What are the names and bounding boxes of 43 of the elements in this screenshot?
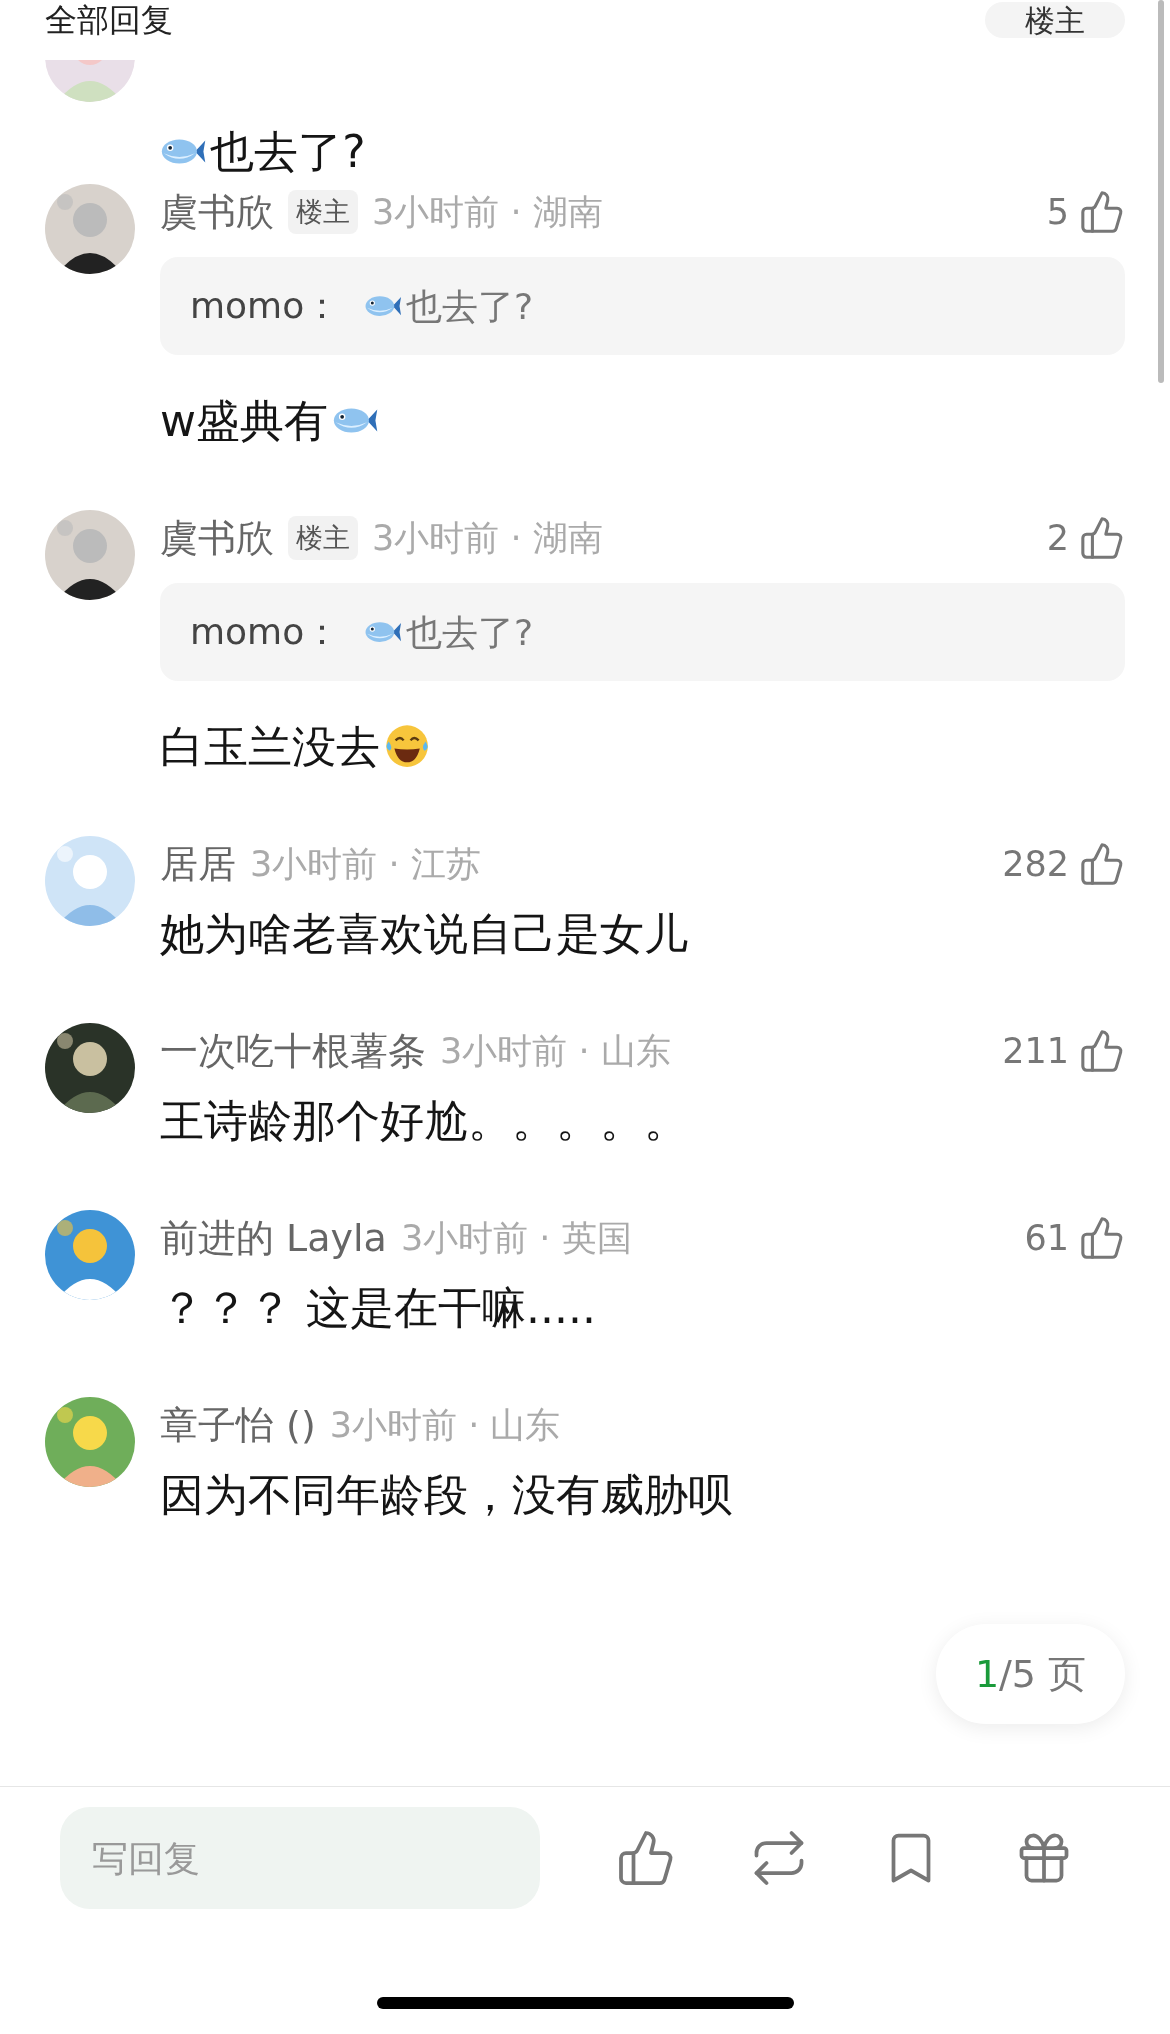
comment-text: 也去了? (210, 125, 366, 179)
quote-author: momo： (190, 610, 341, 654)
comment-meta: 3小时前 · 江苏 (250, 842, 481, 886)
comment-text: 白玉兰没去 (160, 720, 380, 774)
comment-text: 她为啥老喜欢说自己是女儿 (160, 907, 688, 961)
quote-text: 也去了? (406, 284, 534, 329)
filter-button[interactable]: 楼主 (985, 2, 1125, 38)
comment-meta: 3小时前 · 英国 (400, 1216, 632, 1260)
quote-author: momo： (190, 284, 341, 328)
thumbs-up-icon[interactable] (1079, 189, 1125, 235)
comment-text: 因为不同年龄段，没有威胁呗 (160, 1468, 732, 1522)
author-name[interactable]: 虞书欣 (160, 183, 274, 241)
author-badge: 楼主 (288, 515, 358, 561)
page-total: /5 页 (999, 1650, 1087, 1698)
scrollbar[interactable] (1158, 0, 1164, 383)
comment-meta: 3小时前 · 山东 (329, 1403, 561, 1447)
section-title: 全部回复 (45, 0, 173, 41)
comment-meta: 3小时前 · 山东 (440, 1029, 671, 1073)
author-name[interactable]: 前进的 Layla (160, 1209, 387, 1267)
thumbs-up-icon[interactable] (1079, 1215, 1125, 1261)
like-count: 2 (1046, 516, 1069, 560)
author-name[interactable]: 居居 (160, 835, 236, 893)
comment-text: 王诗龄那个好尬。。。。。 (160, 1094, 688, 1148)
page-indicator[interactable]: 1/5 页 (936, 1624, 1125, 1724)
comment-text: w盛典有 (160, 394, 328, 448)
like-count: 211 (1002, 1029, 1069, 1073)
author-badge: 楼主 (288, 189, 358, 235)
thumbs-up-icon[interactable] (1079, 515, 1125, 561)
like-count: 282 (1002, 842, 1069, 886)
comment-meta: 3小时前 · 湖南 (372, 190, 603, 234)
comment-meta: 3小时前 · 湖南 (372, 516, 603, 560)
reply-field[interactable]: 写回复 (60, 1807, 540, 1909)
author-name[interactable]: 一次吃十根薯条 (160, 1022, 426, 1080)
thumbs-up-icon[interactable] (1079, 1028, 1125, 1074)
current-page: 1 (974, 1650, 1000, 1698)
author-name[interactable]: 章子怡 () (160, 1396, 316, 1454)
like-count: 5 (1046, 190, 1069, 234)
author-name[interactable]: 虞书欣 (160, 509, 274, 567)
quote-text: 也去了? (406, 610, 534, 655)
laughing-emoji-icon (384, 723, 431, 770)
comment-text: ？？？ 这是在干嘛..... (160, 1281, 596, 1335)
thumbs-up-icon[interactable] (1079, 841, 1125, 887)
like-count: 61 (1024, 1216, 1069, 1260)
